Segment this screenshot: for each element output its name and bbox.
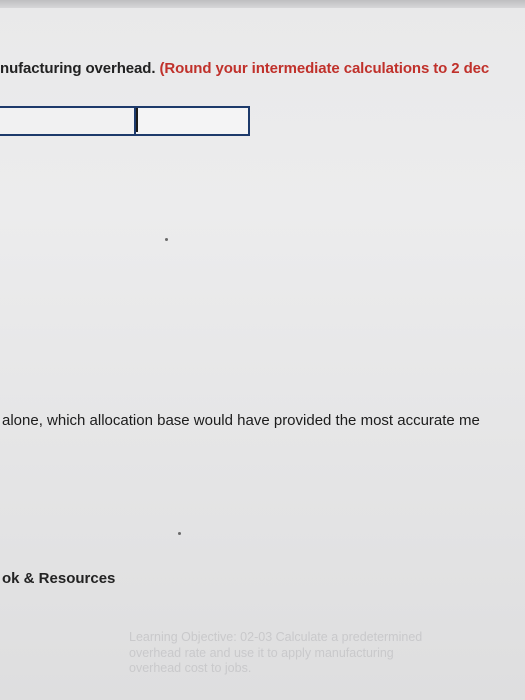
rounding-instruction: (Round your intermediate calculations to… [159, 60, 490, 77]
screen-speck [165, 238, 168, 241]
answer-label-cell[interactable] [0, 106, 134, 136]
ebook-resources-link[interactable]: ok & Resources [2, 570, 115, 587]
part-b-question: alone, which allocation base would have … [2, 412, 480, 429]
question-prompt: nufacturing overhead. (Round your interm… [0, 60, 489, 77]
answer-input-row [0, 106, 252, 136]
top-border [0, 0, 525, 8]
screen-speck [178, 532, 181, 535]
answer-value-input[interactable] [134, 106, 250, 136]
text-cursor [136, 108, 138, 132]
question-text: nufacturing overhead. [0, 60, 156, 77]
learning-objective-text: Learning Objective: 02-03 Calculate a pr… [129, 630, 423, 675]
